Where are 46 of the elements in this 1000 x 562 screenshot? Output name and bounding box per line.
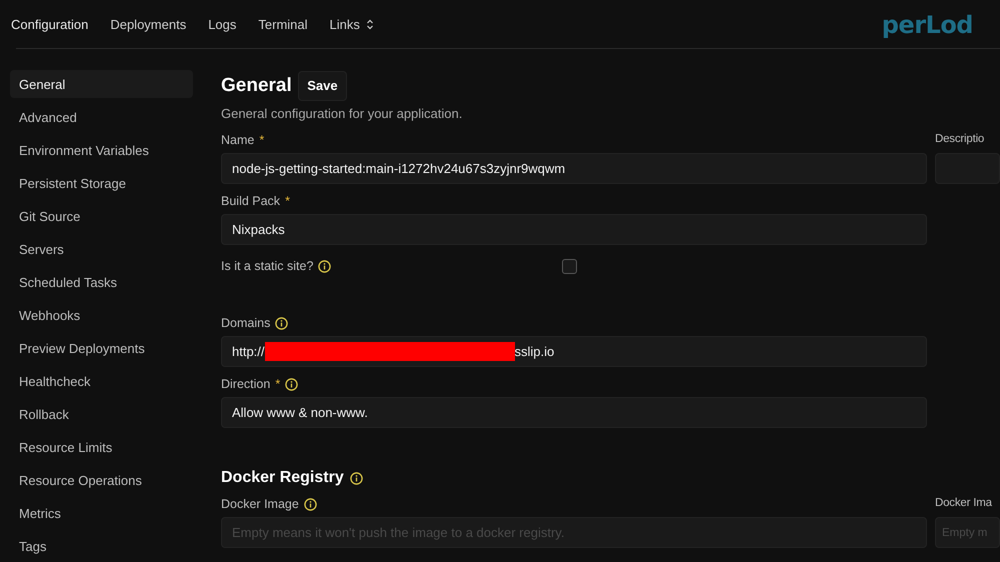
sidebar-item[interactable]: Metrics (10, 499, 193, 527)
info-icon[interactable] (285, 378, 298, 390)
field-label: Is it a static site? (221, 258, 314, 275)
info-icon[interactable] (275, 316, 288, 330)
info-icon[interactable] (304, 498, 317, 510)
required-mark: * (285, 192, 290, 210)
section-title: Docker Registry (221, 468, 344, 488)
sidebar-item[interactable]: Webhooks (10, 301, 193, 329)
sidebar-item[interactable]: Scheduled Tasks (10, 268, 193, 296)
sidebar-item[interactable]: Resource Limits (10, 433, 193, 461)
save-button[interactable]: Save (298, 71, 347, 100)
sidebar-item[interactable]: General (10, 70, 193, 98)
field-label: Docker Ima (935, 496, 992, 512)
sidebar-item[interactable]: Healthcheck (10, 367, 193, 395)
section-description: General configuration for your application. (221, 104, 464, 123)
field-label: Docker Image (221, 496, 299, 513)
section-title: General (221, 74, 292, 98)
sidebar-item[interactable]: Git Source (10, 202, 193, 230)
nav-tab[interactable]: Logs (208, 14, 236, 34)
field-label: Direction (221, 376, 270, 393)
sidebar-item[interactable]: Advanced (10, 103, 193, 131)
nav-tab[interactable]: Terminal (258, 14, 308, 34)
nav-tab[interactable]: Links (330, 14, 374, 34)
field-label: Domains (221, 314, 270, 332)
sidebar-item[interactable]: Resource Operations (10, 466, 193, 494)
field-label: Build Pack (221, 192, 280, 210)
logo: perLod (882, 10, 973, 40)
sidebar-item[interactable]: Preview Deployments (10, 334, 193, 362)
info-icon[interactable] (318, 260, 332, 272)
sidebar-item[interactable]: Tags (10, 532, 193, 560)
input-field[interactable]: http:// sslip.io (221, 336, 927, 367)
field-label: Descriptio (935, 132, 984, 148)
input-field[interactable]: Allow www & non-www. (221, 397, 927, 428)
input-field[interactable]: Nixpacks (221, 214, 927, 245)
required-mark: * (259, 132, 264, 149)
checkbox[interactable] (562, 258, 578, 274)
sidebar-item[interactable]: Persistent Storage (10, 169, 193, 197)
sidebar-item[interactable]: Rollback (10, 400, 193, 428)
input-field[interactable]: node-js-getting-started:main-i1272hv24u67s3zyjnr9wqwm (221, 153, 927, 184)
required-mark: * (275, 376, 280, 393)
sidebar-item[interactable]: Servers (10, 235, 193, 263)
info-icon[interactable] (350, 472, 364, 484)
field-label: Name (221, 132, 254, 149)
sidebar-item[interactable]: Environment Variables (10, 136, 193, 164)
nav-tab[interactable]: Deployments (110, 14, 186, 34)
nav-tab[interactable]: Configuration (11, 14, 88, 34)
